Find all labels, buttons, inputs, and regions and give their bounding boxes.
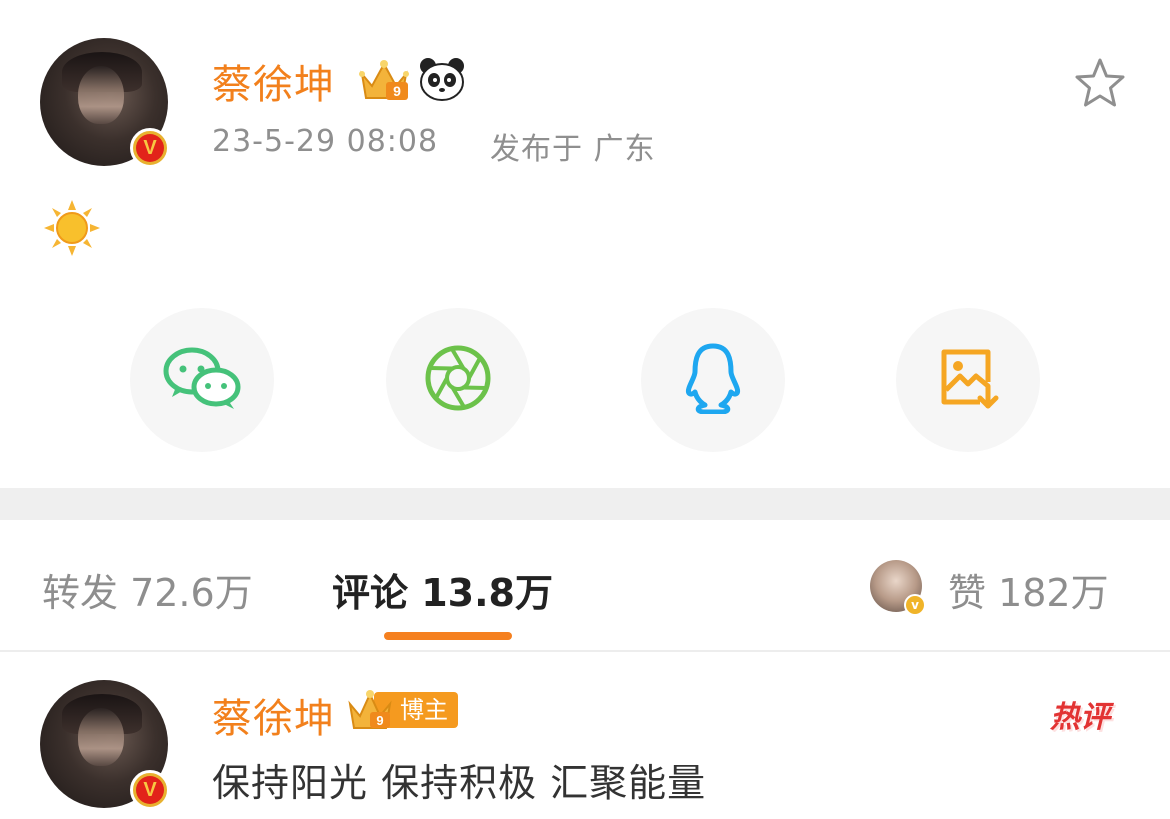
tabs-bottom-border	[0, 650, 1170, 652]
tab-comments[interactable]: 评论 13.8万	[332, 562, 553, 617]
commenter-crown-icon: 9	[348, 690, 392, 729]
commenter-avatar[interactable]: V	[40, 680, 170, 810]
verified-badge: V	[130, 128, 170, 168]
liker-verified-badge: v	[904, 594, 926, 616]
sun-emoji-icon	[44, 200, 100, 260]
qq-penguin-icon	[683, 342, 743, 418]
tab-likes[interactable]: 赞 182万	[948, 562, 1109, 617]
active-tab-indicator	[384, 632, 512, 640]
wechat-icon	[162, 345, 242, 415]
author-avatar[interactable]: V	[40, 38, 170, 168]
favorite-star-icon[interactable]	[1072, 56, 1128, 114]
commenter-verified-badge: V	[130, 770, 170, 810]
share-wechat-button[interactable]	[130, 308, 274, 452]
panda-icon	[418, 56, 466, 106]
section-divider	[0, 488, 1170, 520]
save-image-icon	[936, 346, 1000, 414]
blogger-tag: 9 博主	[346, 688, 458, 732]
post-location: 发布于 广东	[490, 132, 656, 167]
author-name[interactable]: 蔡徐坤	[212, 52, 335, 110]
aperture-icon	[424, 344, 492, 416]
tab-repost[interactable]: 转发 72.6万	[42, 562, 253, 617]
svg-text:9: 9	[376, 713, 383, 728]
post-timestamp: 23-5-29 08:08	[212, 124, 439, 159]
share-moments-button[interactable]	[386, 308, 530, 452]
svg-text:9: 9	[393, 83, 401, 99]
liker-avatar[interactable]: v	[870, 560, 926, 616]
crown-level-icon: 9	[356, 56, 412, 108]
hot-comment-label: 热评	[1050, 700, 1110, 735]
save-image-button[interactable]	[896, 308, 1040, 452]
commenter-name[interactable]: 蔡徐坤	[212, 686, 335, 744]
share-qq-button[interactable]	[641, 308, 785, 452]
comment-text: 保持阳光 保持积极 汇聚能量	[212, 761, 707, 805]
